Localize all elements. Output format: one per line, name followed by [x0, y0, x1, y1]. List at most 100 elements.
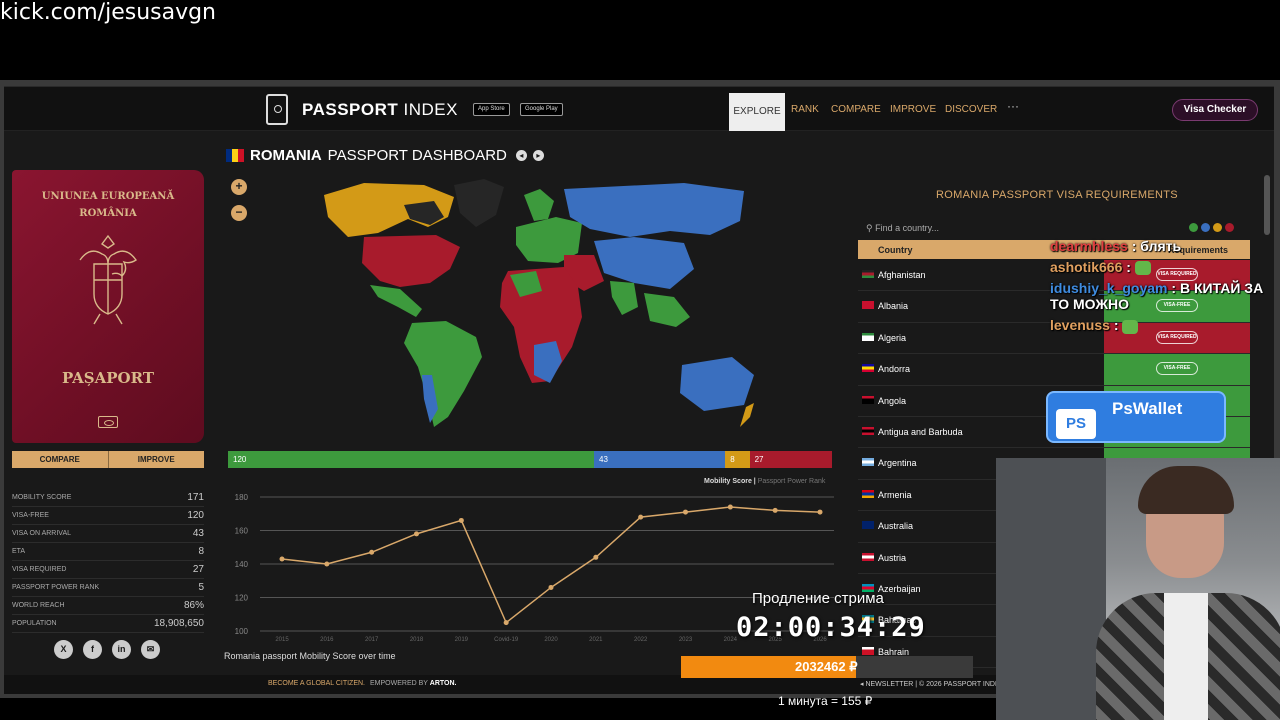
chart-caption: Romania passport Mobility Score over tim…	[224, 651, 396, 661]
chat-username[interactable]: levenuss	[1050, 317, 1110, 333]
improve-button[interactable]: IMPROVE	[108, 451, 204, 468]
stat-label: VISA REQUIRED	[12, 566, 67, 573]
map-region-usa	[362, 235, 460, 287]
passport-country: ROMÂNIA	[79, 208, 137, 219]
country-name: Armenia	[878, 489, 912, 500]
biometric-chip-icon	[98, 416, 118, 428]
y-tick-label: 100	[235, 627, 249, 636]
chat-username[interactable]: idushiy_k_goyam	[1050, 280, 1168, 296]
stat-label: VISA-FREE	[12, 512, 49, 519]
x-tick-label: 2018	[410, 637, 424, 643]
stat-value: 18,908,650	[153, 618, 204, 629]
passport-stats: MOBILITY SCORE 171 VISA-FREE 120 VISA ON A…	[12, 489, 204, 633]
country-name: Austria	[878, 552, 907, 563]
country-name: Afghanistan	[878, 270, 926, 280]
dashboard-suffix: PASSPORT DASHBOARD	[327, 147, 507, 164]
map-region-india	[610, 281, 638, 315]
country-flag-icon	[862, 426, 874, 435]
stat-label: MOBILITY SCORE	[12, 494, 72, 501]
stat-row: VISA-FREE 120	[12, 507, 204, 525]
legend-power-rank[interactable]: Passport Power Rank	[758, 478, 826, 485]
legend-mobility-score[interactable]: Mobility Score	[704, 478, 752, 485]
world-map[interactable]	[294, 175, 774, 435]
footer-newsletter[interactable]: ◂ NEWSLETTER | © 2026 PASSPORT INDEX	[860, 680, 1004, 688]
country-search-input[interactable]: ⚲ Find a country...	[866, 223, 939, 234]
map-region-scandinavia	[524, 189, 554, 221]
chat-separator: :	[1109, 317, 1123, 334]
more-menu-icon[interactable]: ···	[1007, 99, 1019, 113]
y-tick-label: 120	[235, 594, 249, 603]
eta-segment[interactable]: 8	[725, 451, 750, 468]
subathon-label: Продление стрима	[752, 590, 884, 607]
linkedin-icon[interactable]: in	[112, 640, 131, 659]
passport-logo-icon[interactable]	[266, 94, 288, 125]
visa-on-arrival-segment[interactable]: 43	[594, 451, 726, 468]
data-point	[727, 504, 733, 510]
map-region-new-zealand	[740, 403, 754, 427]
stat-value: 43	[192, 528, 204, 539]
col-country[interactable]: Country	[878, 245, 913, 255]
nav-improve[interactable]: IMPROVE	[890, 104, 936, 115]
stat-label: ETA	[12, 548, 26, 555]
search-placeholder: Find a country...	[875, 223, 939, 233]
filter-eta-icon[interactable]	[1213, 223, 1222, 232]
chat-separator: :	[1167, 280, 1180, 297]
scrollbar[interactable]	[1264, 175, 1270, 235]
email-icon[interactable]: ✉	[141, 640, 160, 659]
stat-row: MOBILITY SCORE 171	[12, 489, 204, 507]
stat-row: ETA 8	[12, 543, 204, 561]
zoom-in-button[interactable]: +	[231, 179, 247, 195]
filter-visa-required-icon[interactable]	[1225, 223, 1234, 232]
country-flag-icon	[862, 521, 874, 530]
nav-discover[interactable]: DISCOVER	[945, 104, 997, 115]
country-name: Algeria	[878, 332, 907, 343]
chat-username[interactable]: dearmhless	[1050, 238, 1128, 254]
nav-compare[interactable]: COMPARE	[831, 104, 881, 115]
footer-arton-link[interactable]: ARTON.	[430, 680, 457, 687]
site-logo[interactable]: PASSPORT INDEX	[302, 100, 458, 120]
mobility-score-line	[281, 506, 821, 624]
x-icon[interactable]: X	[54, 640, 73, 659]
x-tick-label: 2022	[634, 637, 648, 643]
dashboard-country: ROMANIA	[250, 147, 322, 164]
webcam-wall	[996, 458, 1106, 720]
top-nav: PASSPORT INDEX App Store Google Play EXP…	[4, 87, 1274, 131]
x-tick-label: 2017	[365, 637, 379, 643]
chat-username[interactable]: ashotik666	[1050, 259, 1122, 275]
map-region-south-america	[404, 321, 482, 427]
filter-visa-free-icon[interactable]	[1189, 223, 1198, 232]
passport-union: UNIUNEA EUROPEANĂ	[41, 191, 175, 202]
visa-breakdown-bar: 120 43 8 27	[228, 451, 832, 468]
stat-value: 120	[187, 510, 204, 521]
data-point	[772, 507, 778, 513]
compare-button[interactable]: COMPARE	[12, 451, 109, 468]
footer-citizen-link[interactable]: BECOME A GLOBAL CITIZEN.	[268, 680, 365, 687]
data-point	[414, 531, 419, 537]
country-flag-icon	[862, 332, 874, 341]
subathon-progress-bar: 2032462 ₽	[681, 656, 973, 678]
y-tick-label: 160	[235, 527, 249, 536]
subathon-amount: 2032462 ₽	[795, 659, 858, 674]
nav-rank[interactable]: RANK	[791, 104, 819, 115]
google-play-button[interactable]: Google Play	[520, 103, 563, 116]
visa-free-segment[interactable]: 120	[228, 451, 595, 468]
prev-arrow-icon[interactable]: ◂	[515, 150, 527, 161]
stream-url: kick.com/jesusavgn	[0, 0, 217, 25]
facebook-icon[interactable]: f	[83, 640, 102, 659]
app-store-button[interactable]: App Store	[473, 103, 510, 116]
country-name: Andorra	[878, 364, 911, 375]
nav-explore[interactable]: EXPLORE	[729, 93, 785, 131]
data-point	[458, 517, 464, 523]
visa-checker-button[interactable]: Visa Checker	[1172, 99, 1258, 121]
footer-empowered: EMPOWERED BY ARTON.	[370, 680, 457, 687]
passport-header: UNIUNEA EUROPEANĂ ROMÂNIA	[12, 188, 204, 222]
next-arrow-icon[interactable]: ▸	[532, 150, 544, 161]
country-flag-icon	[862, 458, 874, 467]
visa-requirements-title: ROMANIA PASSPORT VISA REQUIREMENTS	[936, 189, 1178, 201]
data-point	[817, 509, 823, 515]
x-tick-label: Covid-19	[494, 637, 519, 643]
visa-table-row[interactable]: Andorra VISA-FREE	[858, 354, 1250, 386]
visa-required-segment[interactable]: 27	[749, 451, 832, 468]
zoom-out-button[interactable]: −	[231, 205, 247, 221]
filter-visa-on-arrival-icon[interactable]	[1201, 223, 1210, 232]
